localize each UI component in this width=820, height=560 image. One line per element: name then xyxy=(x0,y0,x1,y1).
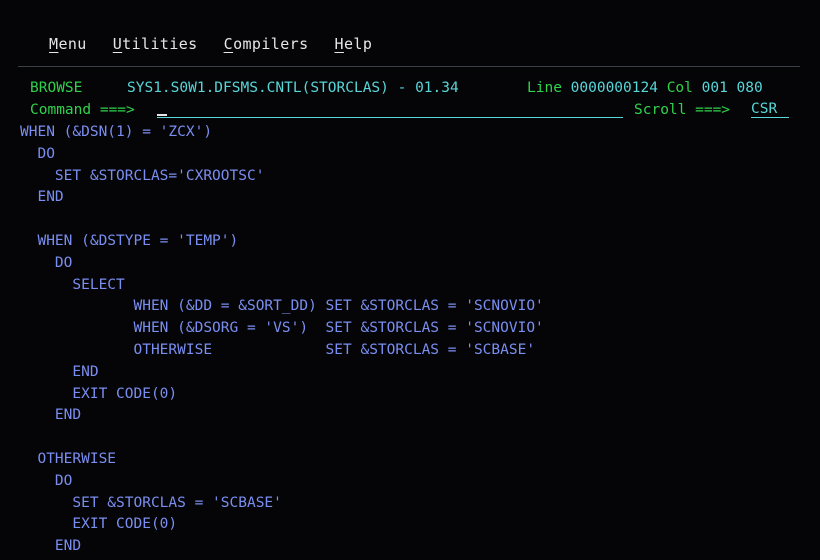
menu-hotkey: C xyxy=(223,35,234,53)
menu-item-menu[interactable]: Menu xyxy=(49,35,87,53)
code-line: DO xyxy=(20,472,73,489)
menu-label: enu xyxy=(58,35,87,53)
menu-divider xyxy=(18,66,800,67)
code-line: WHEN (&DSORG = 'VS') SET &STORCLAS = 'SC… xyxy=(20,320,544,337)
menu-item-help[interactable]: Help xyxy=(335,35,373,53)
mode-label: BROWSE xyxy=(30,80,83,96)
line-number: 0000000124 xyxy=(570,80,658,96)
command-input[interactable] xyxy=(157,100,623,118)
code-line: WHEN (&DD = &SORT_DD) SET &STORCLAS = 'S… xyxy=(20,298,544,315)
menu-item-compilers[interactable]: Compilers xyxy=(224,35,309,53)
code-line: END xyxy=(20,538,82,555)
code-line: OTHERWISE SET &STORCLAS = 'SCBASE' xyxy=(20,341,536,358)
text-cursor xyxy=(157,114,167,116)
code-line: SET &STORCLAS = 'SCBASE' xyxy=(20,494,282,511)
col-label: Col xyxy=(666,80,693,96)
scroll-amount-input[interactable] xyxy=(751,100,789,118)
code-line: DO xyxy=(20,145,55,162)
col-range: 001 080 xyxy=(701,80,763,96)
code-line: END xyxy=(20,189,64,206)
code-line: SET &STORCLAS='CXROOTSC' xyxy=(20,167,265,184)
menu-label: tilities xyxy=(122,35,198,53)
scroll-label: Scroll ===> xyxy=(634,102,731,118)
code-line: EXIT CODE(0) xyxy=(20,385,178,402)
dataset-name: SYS1.S0W1.DFSMS.CNTL(STORCLAS) - 01.34 xyxy=(127,80,459,96)
code-line: END xyxy=(20,363,99,380)
code-line: WHEN (&DSTYPE = 'TEMP') xyxy=(20,232,239,249)
menu-hotkey: H xyxy=(334,35,344,53)
menu-label: elp xyxy=(343,35,373,53)
code-line: SELECT xyxy=(20,276,125,293)
code-line: END xyxy=(20,407,82,424)
command-label: Command ===> xyxy=(30,102,135,118)
position-info: Line 0000000124 Col 001 080 xyxy=(527,79,763,97)
code-line: OTHERWISE xyxy=(20,450,117,467)
menu-item-utilities[interactable]: Utilities xyxy=(113,35,198,53)
code-line: DO xyxy=(20,254,73,271)
code-area[interactable]: WHEN (&DSN(1) = 'ZCX') DO SET &STORCLAS=… xyxy=(20,122,544,558)
menu-label: ompilers xyxy=(233,35,309,53)
menu-bar: Menu Utilities Compilers Help xyxy=(49,35,372,53)
code-line: WHEN (&DSN(1) = 'ZCX') xyxy=(20,124,213,140)
code-line: EXIT CODE(0) xyxy=(20,516,178,533)
line-label: Line xyxy=(527,80,562,96)
menu-hotkey: U xyxy=(112,35,123,53)
